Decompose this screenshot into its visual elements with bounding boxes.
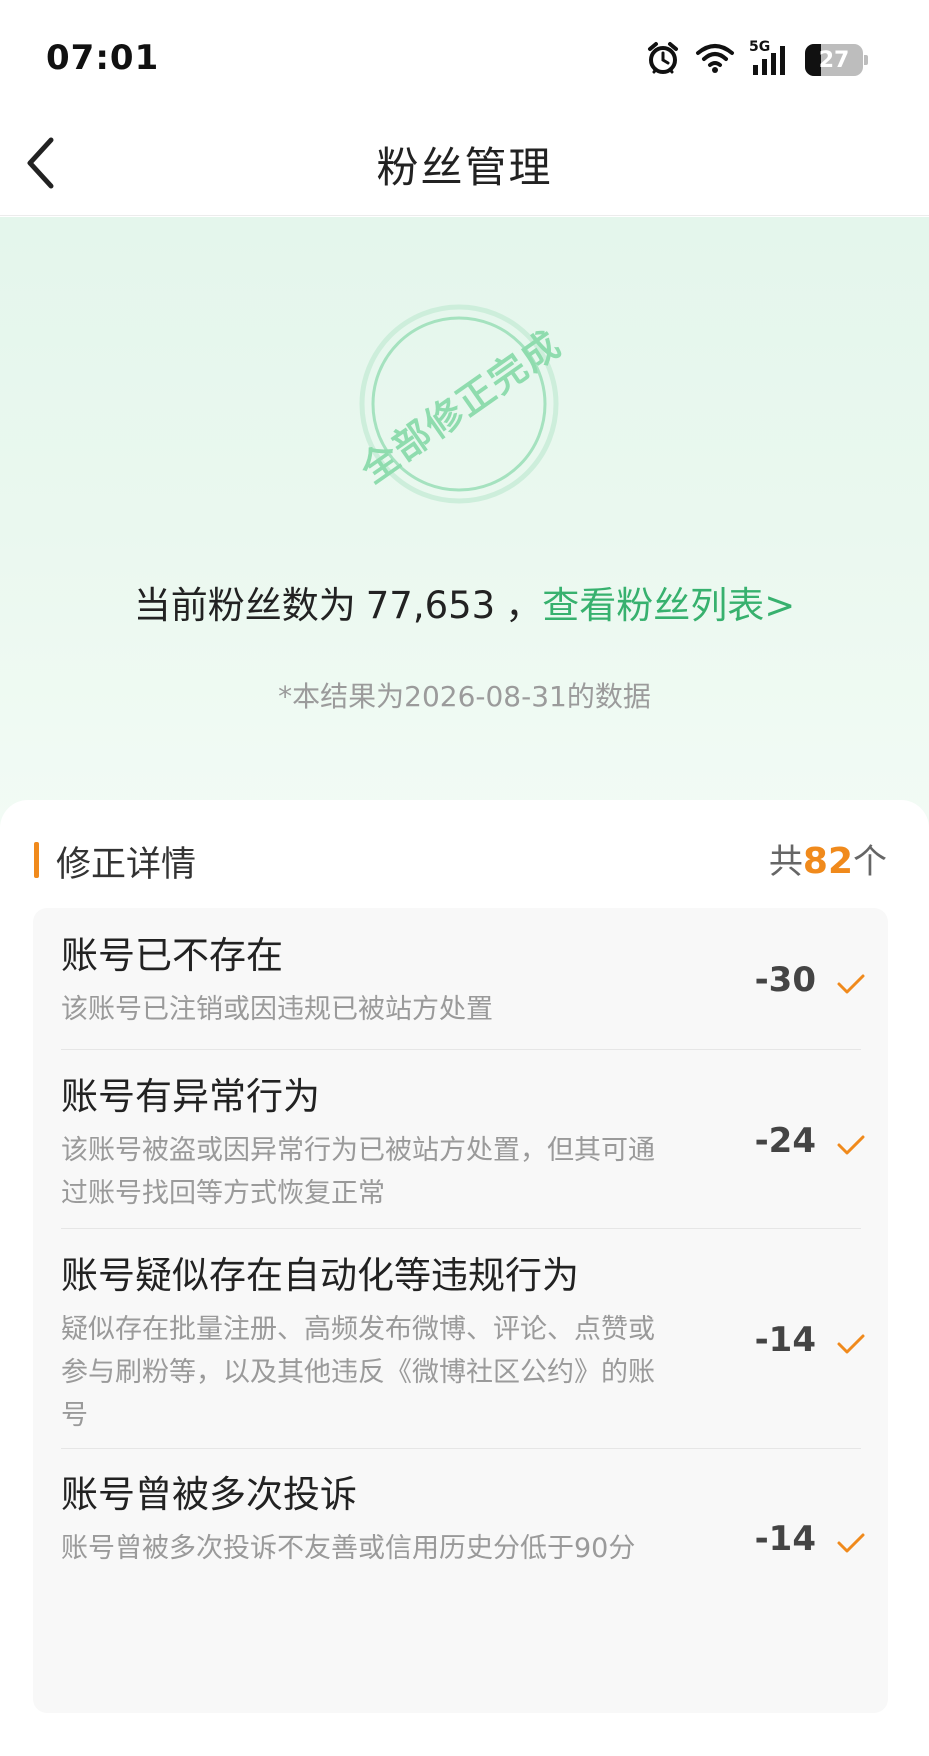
count-prefix: 共: [768, 842, 803, 882]
count-suffix: 个: [853, 842, 887, 882]
item-value: -24: [754, 1121, 816, 1161]
fans-separator: ，: [505, 584, 543, 627]
item-description: 疑似存在批量注册、高频发布微博、评论、点赞或参与刷粉等，以及其他违反《微博社区公…: [61, 1314, 655, 1431]
list-item: 账号曾被多次投诉 账号曾被多次投诉不友善或信用历史分低于90分: [61, 1469, 861, 1570]
list-item: 账号疑似存在自动化等违规行为 疑似存在批量注册、高频发布微博、评论、点赞或参与刷…: [61, 1250, 861, 1437]
cellular-signal-icon: 5G: [749, 39, 791, 77]
item-description: 该账号已注销或因违规已被站方处置: [61, 994, 493, 1025]
details-count: 共82个: [769, 834, 887, 883]
item-title: 账号有异常行为: [61, 1075, 320, 1118]
completion-stamp: 全部修正完成: [353, 303, 569, 505]
checkmark-icon: [837, 1533, 865, 1553]
divider: [61, 1228, 861, 1229]
battery-icon: 27: [805, 44, 868, 76]
hero-section: 全部修正完成 当前粉丝数为 77,653 ，查看粉丝列表> *本结果为2026-08…: [0, 217, 929, 827]
status-time: 07:01: [46, 38, 160, 78]
details-title: 修正详情: [56, 845, 197, 885]
view-fans-list-link[interactable]: 查看粉丝列表>: [542, 584, 795, 627]
details-header: 修正详情 共82个: [0, 828, 929, 888]
status-icons: 5G 27: [645, 39, 868, 80]
item-description: 该账号被盗或因异常行为已被站方处置，但其可通过账号找回等方式恢复正常: [61, 1135, 655, 1209]
item-title: 账号已不存在: [61, 934, 283, 977]
checkmark-icon: [837, 974, 865, 994]
alarm-icon: [645, 40, 681, 80]
count-value: 82: [802, 841, 853, 882]
battery-level: 27: [818, 47, 850, 73]
fans-count-value: 77,653: [365, 584, 496, 627]
page-title: 粉丝管理: [376, 143, 553, 192]
checkmark-icon: [837, 1135, 865, 1155]
fans-count-line: 当前粉丝数为 77,653 ，查看粉丝列表>: [0, 575, 929, 629]
item-title: 账号疑似存在自动化等违规行为: [61, 1254, 579, 1297]
item-title: 账号曾被多次投诉: [61, 1473, 357, 1516]
list-item: 账号已不存在 该账号已注销或因违规已被站方处置: [61, 930, 861, 1031]
nav-bar: 粉丝管理: [0, 110, 929, 216]
status-bar: 07:01 5G 27: [0, 0, 929, 110]
item-description: 账号曾被多次投诉不友善或信用历史分低于90分: [61, 1533, 636, 1564]
list-item: 账号有异常行为 该账号被盗或因异常行为已被站方处置，但其可通过账号找回等方式恢复…: [61, 1071, 861, 1215]
divider: [61, 1049, 861, 1050]
divider: [61, 1448, 861, 1449]
correction-details-card: 账号已不存在 该账号已注销或因违规已被站方处置 -30 账号有异常行为 该账号被…: [33, 908, 888, 1713]
wifi-icon: [695, 42, 735, 78]
fans-count-label: 当前粉丝数为: [133, 584, 356, 627]
checkmark-icon: [837, 1334, 865, 1354]
item-value: -14: [754, 1519, 816, 1559]
section-accent-bar: [34, 842, 39, 878]
data-date-note: *本结果为2026-08-31的数据: [278, 680, 651, 713]
details-panel: 修正详情 共82个 账号已不存在 该账号已注销或因违规已被站方处置 -30 账号…: [0, 800, 929, 1756]
item-value: -30: [754, 960, 816, 1000]
item-value: -14: [754, 1320, 816, 1360]
